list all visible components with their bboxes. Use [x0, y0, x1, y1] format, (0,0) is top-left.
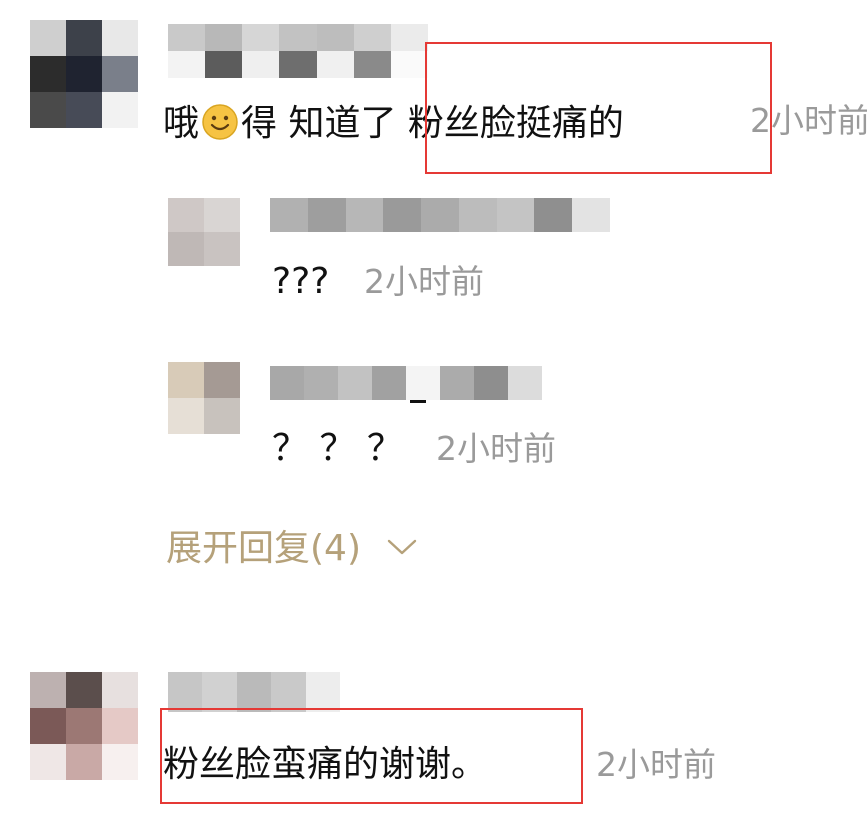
- smile-emoji-icon: [201, 103, 239, 148]
- reply-avatar[interactable]: [168, 198, 240, 266]
- username-underscore: [410, 400, 426, 403]
- reply-avatar[interactable]: [168, 362, 240, 434]
- reply-text: ？ ？ ？: [272, 428, 403, 469]
- comment-timestamp: 2小时前: [596, 745, 716, 784]
- chevron-down-icon: [386, 527, 418, 563]
- avatar[interactable]: [30, 672, 138, 780]
- expand-replies-label: 展开回复(4): [166, 528, 361, 569]
- username-blurred[interactable]: [168, 24, 428, 78]
- highlight-box: [160, 708, 583, 804]
- username-blurred[interactable]: [168, 672, 340, 712]
- reply-timestamp: 2小时前: [436, 429, 556, 468]
- avatar[interactable]: [30, 20, 138, 128]
- expand-replies-button[interactable]: 展开回复(4): [166, 527, 418, 567]
- highlight-box: [425, 42, 772, 174]
- reply-username-blurred[interactable]: [270, 198, 610, 232]
- reply-timestamp: 2小时前: [364, 262, 484, 301]
- reply-text: ???: [272, 261, 330, 302]
- reply-username-blurred[interactable]: [270, 366, 542, 400]
- comment-thread: 哦得 知道了 粉丝脸挺痛的 2小时前 ??? 2小时前 ？ ？ ？ 2小时前 展…: [0, 0, 867, 818]
- comment-text-prefix: 哦: [163, 103, 200, 144]
